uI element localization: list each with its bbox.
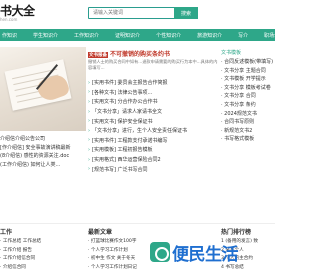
sidebar-item[interactable]: · 文书分享 条约 [221,101,275,110]
site-subtitle: hen.com [0,17,18,22]
watermark-text: 便民生活 [172,244,239,265]
chevron-right-icon: › [88,118,90,125]
nav-item[interactable]: 职场介绍信 [256,32,297,39]
list-item[interactable]: › [实用书件] 委员会主报告合作简报 [88,78,218,88]
sidebar-item[interactable]: · 合同反述模板(带填写) [221,58,275,67]
work-list: · 工作总结 工作总结 · 工作介绍 报告 · 工作介绍信合同 · 介绍信合同 [0,238,86,272]
chevron-right-icon: › [88,89,90,96]
section-title: 工作 [0,229,13,236]
nav-item[interactable]: 写介 [230,32,256,39]
list-item[interactable]: › [实用格式] 西华运营保险合同2 [88,155,218,165]
list-item[interactable]: · 工作介绍 报告 [0,247,86,256]
list-item[interactable]: · 介绍信合同 [0,264,86,273]
search-button[interactable]: 搜索 [174,7,198,19]
sidebar-item[interactable]: · 文书分享 合同 [221,92,275,101]
headline[interactable]: 文书报备 不可撤销的购买条约书 [88,49,218,59]
hero-image[interactable] [0,47,86,131]
list-item-text: [实用格式] 西华运营保险合同2 [92,157,161,164]
list-item-text: [各种文书] 法律公告事项... [92,89,153,96]
sidebar-templates: 文书模板 · 合同反述模板(带填写) · 文书分享 主题合同 · 文书模板 开学… [221,49,275,144]
main-nav: 作知识 学生知识介 工作知识介 证明知识介 个性知识介 旅游知识介 写介 职场介… [0,29,289,41]
sidebar-title: 文书模板 [221,50,242,56]
list-item[interactable]: › 「文书分享」进行，生个人安全责任保证书 [88,126,218,136]
nav-item[interactable]: 个性知识介 [148,32,189,39]
featured-articles: 文书报备 不可撤销的购买条约书 撤销人士的购买合同中如有...退款申请需要的购买行… [88,49,218,174]
sidebar-item[interactable]: · 合同书写原则 [221,118,275,127]
nav-item[interactable]: 学生知识介 [25,32,66,39]
list-item[interactable]: › [实用模板] 工程初报告模板 [88,145,218,155]
section-divider [0,223,275,224]
list-item[interactable]: (工作介绍信) 如何让人类... [0,161,86,170]
sidebar-item[interactable]: · 文书分享 主题合同 [221,67,275,76]
chevron-right-icon: › [88,146,90,153]
list-item[interactable]: › [实用文书] 保护安全保证书 [88,116,218,126]
list-item-text: [实用书件] 委员会主报告合作简报 [92,80,168,87]
nav-item[interactable]: 证明知识介 [107,32,148,39]
list-item[interactable]: (8介绍信) 感性的资源关注.doc [0,152,86,161]
headline-badge: 文书报备 [88,52,108,58]
nav-item[interactable]: 旅游知识介 [189,32,230,39]
sidebar-item[interactable]: · 文书分享 模板考试卷 [221,84,275,93]
chevron-right-icon: › [88,98,90,105]
chevron-right-icon: › [88,166,90,173]
sidebar-item[interactable]: · 新规范文书2 [221,127,275,136]
list-item-text: [规范书写] 广泛书写合同 [92,166,148,173]
list-item-text: 「文书分享」进行，生个人安全责任保证书 [92,128,188,135]
list-item-text: [实用模板] 工程初报告模板 [92,147,153,154]
nav-item[interactable]: 作知识 [0,32,25,39]
list-item[interactable]: 介绍信介绍公告公司 [0,135,86,144]
chevron-right-icon: › [88,156,90,163]
list-item-text: 「文书分享」请求人家请书全文 [92,109,163,116]
chevron-right-icon: › [88,108,90,115]
list-item[interactable]: › [规范书写] 广泛书写合同 [88,164,218,174]
list-item[interactable]: › [实用书件] 工程款支付承诺书编写 [88,136,218,146]
list-item[interactable]: › [实用文书] 分合作办公合作书 [88,97,218,107]
headline-summary: 撤销人士的购买合同中如有...退款申请需要的购买行为本中...具体的内容填写..… [88,59,218,70]
sidebar-item[interactable]: · 书写格式模板 [221,135,275,144]
list-item[interactable]: › 「文书分享」请求人家请书全文 [88,107,218,117]
nav-item[interactable]: 工作知识介 [66,32,107,39]
watermark: 便民生活 [150,232,240,272]
list-item-text: [实用文书] 保护安全保证书 [92,118,153,125]
list-item[interactable]: · 工作总结 工作总结 [0,238,86,247]
list-item-text: [实用书件] 工程款支付承诺书编写 [92,137,168,144]
chevron-right-icon: › [88,79,90,86]
list-item[interactable]: [作介绍信] 安全事故演讲稿最新 [0,144,86,153]
section-title: 最新文章 [88,229,113,236]
watermark-logo-icon [150,242,170,262]
chevron-right-icon: › [88,127,90,134]
sidebar-item[interactable]: · 2024规范文书 [221,110,275,119]
header: 书大全 hen.com 搜索 [0,0,275,28]
sidebar-item[interactable]: · 文书模板 开学提示 [221,75,275,84]
list-item-text: [实用文书] 分合作办公合作书 [92,99,158,106]
hero-article-list: 介绍信介绍公告公司 [作介绍信] 安全事故演讲稿最新 (8介绍信) 感性的资源关… [0,135,86,169]
chevron-right-icon: › [88,137,90,144]
headline-text: 不可撤销的购买条约书 [110,51,171,58]
list-item[interactable]: · 工作介绍信合同 [0,255,86,264]
list-item[interactable]: › [各种文书] 法律公告事项... [88,88,218,98]
